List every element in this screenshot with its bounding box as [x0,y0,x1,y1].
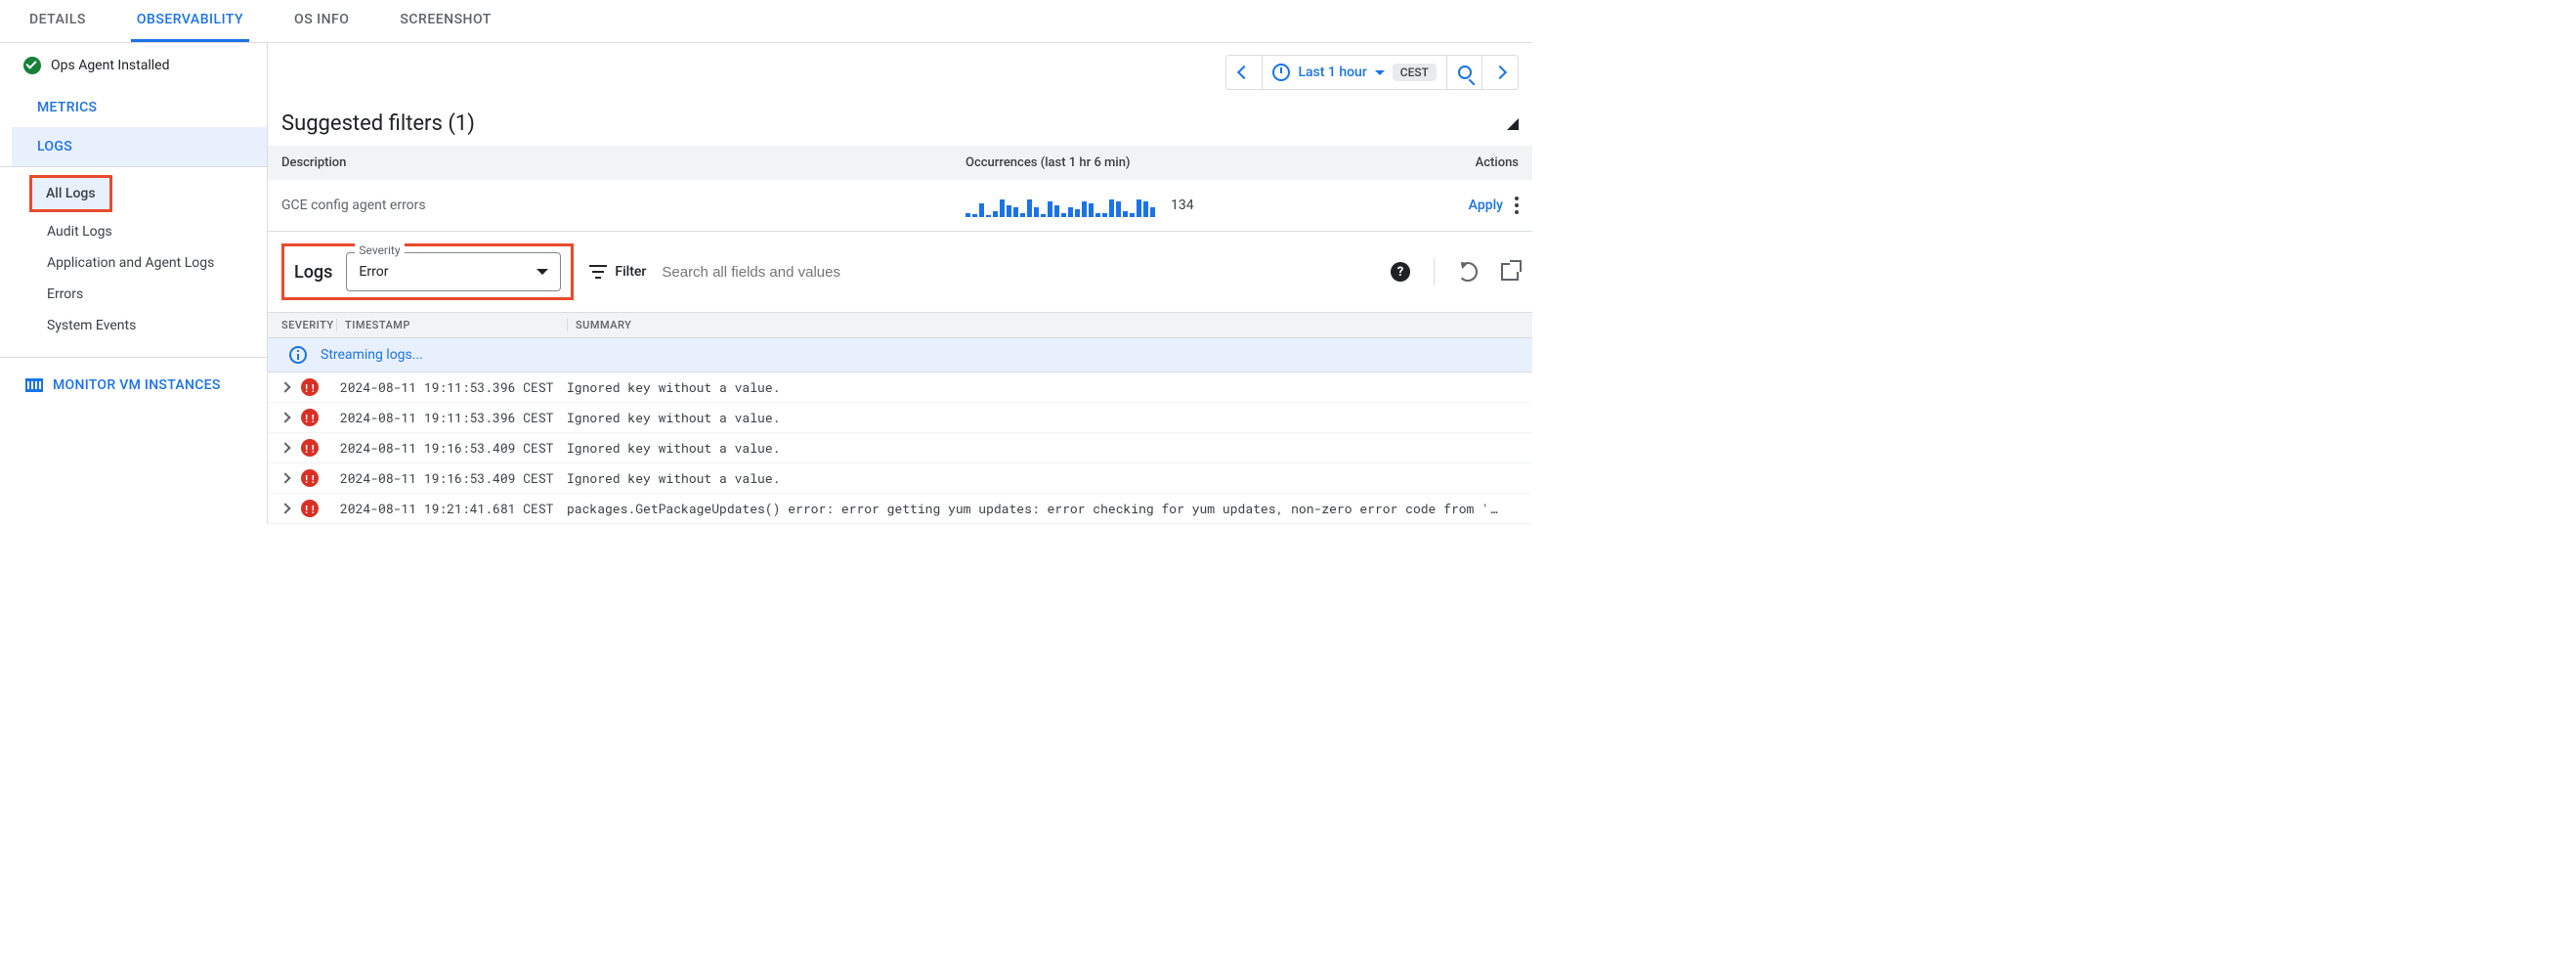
tab-osinfo[interactable]: OS INFO [288,0,355,42]
monitor-icon [25,378,43,392]
log-message: Ignored key without a value. [567,378,1519,396]
filter-description: GCE config agent errors [281,198,966,213]
timerange-main[interactable]: Last 1 hour CEST [1262,56,1447,89]
dropdown-icon [537,269,548,275]
subnav-app-agent-logs[interactable]: Application and Agent Logs [0,247,267,279]
nav-metrics[interactable]: METRICS [12,88,267,127]
sparkline-chart [966,194,1155,217]
expand-icon[interactable] [279,472,290,483]
filter-text: Filter [615,264,646,280]
log-row[interactable]: !! 2024-08-11 19:11:53.396 CESTIgnored ke… [268,403,1532,433]
suggested-filters-title: Suggested filters (1) [281,111,475,136]
suggested-filters-header: Suggested filters (1) [268,102,1532,146]
severity-badge: !! [301,378,319,396]
chevron-left-icon [1237,66,1251,79]
log-table-header: SEVERITY TIMESTAMP SUMMARY [268,312,1532,338]
subnav-all-logs[interactable]: All Logs [32,178,109,209]
timerange-search[interactable] [1447,56,1482,89]
log-timestamp: 2024-08-11 19:16:53.409 CEST [340,439,567,457]
check-icon [23,57,41,74]
header-severity: SEVERITY [281,319,336,331]
info-icon [289,346,307,364]
severity-field-label: Severity [355,243,404,257]
help-button[interactable]: ? [1391,262,1410,282]
subnav-system-events[interactable]: System Events [0,310,267,341]
monitor-link-label: MONITOR VM INSTANCES [53,377,221,393]
tab-screenshot[interactable]: SCREENSHOT [394,0,496,42]
timezone-badge: CEST [1393,64,1437,81]
log-search-input[interactable] [662,264,1375,281]
severity-badge: !! [301,469,319,487]
dropdown-icon [1375,70,1385,75]
header-timestamp: TIMESTAMP [336,319,567,331]
log-row[interactable]: !! 2024-08-11 19:16:53.409 CESTIgnored ke… [268,433,1532,463]
monitor-vm-link[interactable]: MONITOR VM INSTANCES [0,357,267,413]
apply-filter-button[interactable]: Apply [1469,198,1503,213]
severity-select[interactable]: Severity Error [346,252,561,291]
subnav-errors[interactable]: Errors [0,279,267,310]
highlight-logs-severity: Logs Severity Error [281,243,574,300]
streaming-banner: Streaming logs... [268,338,1532,373]
log-row[interactable]: !! 2024-08-11 19:16:53.409 CESTIgnored ke… [268,463,1532,494]
severity-value: Error [359,264,388,280]
highlight-all-logs: All Logs [29,175,112,212]
ops-status-label: Ops Agent Installed [51,58,169,73]
log-message: packages.GetPackageUpdates() error: erro… [567,500,1519,517]
timerange-picker: Last 1 hour CEST [1225,55,1519,90]
filter-table-header: Description Occurrences (last 1 hr 6 min… [268,146,1532,180]
open-external-button[interactable] [1501,263,1519,281]
log-rows-container: !!2024-08-11 19:11:53.396 CESTIgnored ke… [268,373,1532,524]
logs-toolbar: Logs Severity Error Filter ? [268,232,1532,312]
filter-icon [589,265,607,279]
collapse-icon[interactable] [1507,118,1519,130]
ops-agent-status: Ops Agent Installed [0,43,267,88]
filter-row: GCE config agent errors 134 Apply [268,180,1532,232]
subnav-audit-logs[interactable]: Audit Logs [0,216,267,247]
filter-label: Filter [589,264,646,280]
log-timestamp: 2024-08-11 19:16:53.409 CEST [340,469,567,487]
expand-icon[interactable] [279,412,290,422]
log-row[interactable]: !! 2024-08-11 19:21:41.681 CESTpackages.G… [268,494,1532,524]
col-occurrences: Occurrences (last 1 hr 6 min) [966,155,1450,170]
header-summary: SUMMARY [567,319,1519,331]
col-description: Description [281,155,966,170]
expand-icon[interactable] [279,381,290,392]
more-menu-button[interactable] [1515,197,1519,214]
logs-label: Logs [294,262,332,283]
content: Last 1 hour CEST Suggested filters (1) D… [268,43,1532,524]
timerange-bar: Last 1 hour CEST [268,43,1532,102]
clock-icon [1272,64,1290,81]
nav-logs[interactable]: LOGS [12,127,267,166]
timerange-label: Last 1 hour [1298,65,1366,80]
search-icon [1458,66,1472,79]
expand-icon[interactable] [279,442,290,453]
log-timestamp: 2024-08-11 19:11:53.396 CEST [340,409,567,426]
log-timestamp: 2024-08-11 19:21:41.681 CEST [340,500,567,517]
tab-observability[interactable]: OBSERVABILITY [131,0,249,42]
tab-details[interactable]: DETAILS [23,0,92,42]
log-message: Ignored key without a value. [567,469,1519,487]
expand-icon[interactable] [279,503,290,513]
occurrence-count: 134 [1171,198,1194,213]
timerange-next[interactable] [1482,56,1518,89]
log-row[interactable]: !! 2024-08-11 19:11:53.396 CESTIgnored ke… [268,373,1532,403]
refresh-button[interactable] [1458,262,1478,282]
severity-badge: !! [301,439,319,457]
severity-badge: !! [301,500,319,517]
log-message: Ignored key without a value. [567,439,1519,457]
sidebar: Ops Agent Installed METRICS LOGS All Log… [0,43,268,524]
streaming-text: Streaming logs... [321,347,423,363]
chevron-right-icon [1493,66,1507,79]
col-actions: Actions [1450,155,1519,170]
timerange-prev[interactable] [1226,56,1262,89]
log-message: Ignored key without a value. [567,409,1519,426]
severity-badge: !! [301,409,319,426]
log-timestamp: 2024-08-11 19:11:53.396 CEST [340,378,567,396]
top-tabs: DETAILS OBSERVABILITY OS INFO SCREENSHOT [0,0,1532,43]
divider [1434,258,1435,285]
